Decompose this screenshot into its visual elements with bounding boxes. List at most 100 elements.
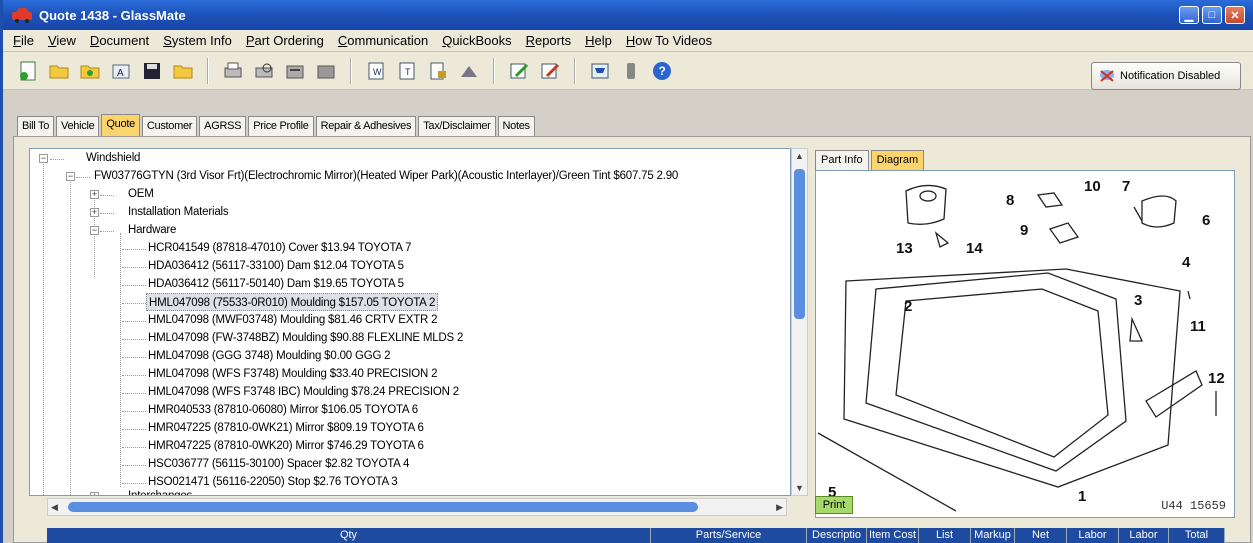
- parts-tree[interactable]: − Windshield − FW03776GTYN (3rd Visor Fr…: [29, 148, 791, 496]
- scrollbar-thumb[interactable]: [68, 502, 698, 512]
- new-document-icon[interactable]: [15, 58, 41, 84]
- tab-customer[interactable]: Customer: [141, 116, 198, 136]
- column-description[interactable]: Descriptio: [807, 528, 867, 543]
- open-green-folder-icon[interactable]: [77, 58, 103, 84]
- lock-document-icon[interactable]: [425, 58, 451, 84]
- tab-repair-adhesives[interactable]: Repair & Adhesives: [315, 116, 417, 136]
- menu-system-info[interactable]: System Info: [163, 33, 232, 48]
- tree-node-hardware[interactable]: Hardware: [128, 221, 176, 239]
- notification-toggle-button[interactable]: Notification Disabled: [1091, 62, 1241, 90]
- tree-item-hardware[interactable]: HCR041549 (87818-47010) Cover $13.94 TOY…: [148, 239, 412, 257]
- tree-item-hardware-selected[interactable]: HML047098 (75533-0R010) Moulding $157.05…: [146, 293, 439, 311]
- expand-icon[interactable]: +: [90, 190, 99, 199]
- tree-item-hardware[interactable]: HML047098 (GGG 3748) Moulding $0.00 GGG …: [148, 347, 391, 365]
- stack-icon[interactable]: [456, 58, 482, 84]
- expand-icon[interactable]: +: [90, 492, 99, 495]
- save-icon[interactable]: [139, 58, 165, 84]
- tree-item-hardware[interactable]: HMR047225 (87810-0WK21) Mirror $809.19 T…: [148, 419, 424, 437]
- menu-help[interactable]: Help: [585, 33, 612, 48]
- tab-vehicle[interactable]: Vehicle: [56, 116, 100, 136]
- column-net[interactable]: Net: [1015, 528, 1067, 543]
- column-labor[interactable]: Labor: [1119, 528, 1169, 543]
- tree-item-hardware[interactable]: HMR040533 (87810-06080) Mirror $106.05 T…: [148, 401, 418, 419]
- callout-11: 11: [1190, 318, 1206, 335]
- column-qty[interactable]: Qty: [47, 528, 651, 543]
- tree-item-hardware[interactable]: HML047098 (MWF03748) Moulding $81.46 CRT…: [148, 311, 438, 329]
- column-total[interactable]: Total: [1169, 528, 1225, 543]
- column-labor[interactable]: Labor: [1067, 528, 1119, 543]
- tree-node-installation-materials[interactable]: Installation Materials: [128, 203, 229, 221]
- scroll-left-icon[interactable]: ◀: [51, 502, 58, 513]
- tree-node-part[interactable]: FW03776GTYN (3rd Visor Frt)(Electrochrom…: [94, 167, 678, 185]
- tab-quote[interactable]: Quote: [101, 114, 140, 136]
- title-bar: Quote 1438 - GlassMate ▁ □ ✕: [3, 0, 1253, 30]
- print-preview-icon[interactable]: [251, 58, 277, 84]
- tree-node-interchanges[interactable]: Interchanges: [128, 487, 192, 495]
- maximize-button[interactable]: □: [1202, 6, 1222, 24]
- menu-document[interactable]: Document: [90, 33, 149, 48]
- svg-text:?: ?: [659, 64, 666, 78]
- scrollbar-thumb[interactable]: [794, 169, 805, 319]
- tree-node-windshield[interactable]: Windshield: [86, 149, 140, 167]
- phone-icon[interactable]: [618, 58, 644, 84]
- tab-bill-to[interactable]: Bill To: [17, 116, 55, 136]
- tree-node-oem[interactable]: OEM: [128, 185, 154, 203]
- tab-tax-disclaimer[interactable]: Tax/Disclaimer: [418, 116, 496, 136]
- edit-price-icon[interactable]: [506, 58, 532, 84]
- menu-file[interactable]: File: [13, 33, 34, 48]
- tab-notes[interactable]: Notes: [497, 116, 535, 136]
- collapse-icon[interactable]: −: [39, 154, 48, 163]
- tree-horizontal-scrollbar[interactable]: ◀ ▶: [47, 498, 787, 516]
- print-button[interactable]: Print: [815, 496, 853, 514]
- tab-agrss[interactable]: AGRSS: [199, 116, 247, 136]
- diagram-reference: U44 15659: [1161, 499, 1226, 513]
- svg-text:A: A: [117, 68, 124, 79]
- export-word-icon[interactable]: W: [363, 58, 389, 84]
- fax-icon[interactable]: [282, 58, 308, 84]
- tree-item-hardware[interactable]: HMR047225 (87810-0WK20) Mirror $746.29 T…: [148, 437, 424, 455]
- tab-price-profile[interactable]: Price Profile: [248, 116, 314, 136]
- callout-8: 8: [1006, 192, 1014, 209]
- tree-item-hardware[interactable]: HML047098 (WFS F3748) Moulding $33.40 PR…: [148, 365, 438, 383]
- notification-disabled-icon: [1100, 70, 1114, 82]
- scroll-right-icon[interactable]: ▶: [776, 502, 783, 513]
- column-list[interactable]: List: [919, 528, 971, 543]
- scroll-down-icon[interactable]: ▼: [795, 483, 804, 493]
- tree-vertical-scrollbar[interactable]: ▲ ▼: [791, 148, 808, 496]
- tree-item-hardware[interactable]: HML047098 (FW-3748BZ) Moulding $90.88 FL…: [148, 329, 463, 347]
- text-editor-icon[interactable]: A: [108, 58, 134, 84]
- help-icon[interactable]: ?: [649, 58, 675, 84]
- collapse-icon[interactable]: −: [90, 226, 99, 235]
- minimize-button[interactable]: ▁: [1179, 6, 1199, 24]
- tab-diagram[interactable]: Diagram: [870, 150, 925, 170]
- print-icon[interactable]: [220, 58, 246, 84]
- column-item-cost[interactable]: Item Cost: [867, 528, 919, 543]
- tree-item-hardware[interactable]: HML047098 (WFS F3748 IBC) Moulding $78.2…: [148, 383, 459, 401]
- tree-item-hardware[interactable]: HSC036777 (56115-30100) Spacer $2.82 TOY…: [148, 455, 409, 473]
- expand-icon[interactable]: +: [90, 208, 99, 217]
- tree-item-hardware[interactable]: HDA036412 (56117-33100) Dam $12.04 TOYOT…: [148, 257, 404, 275]
- parts-diagram: 1 2 3 4 5 6 7 8 9 10 11 12 13 14 U44 156…: [815, 170, 1235, 518]
- menu-reports[interactable]: Reports: [526, 33, 572, 48]
- menu-communication[interactable]: Communication: [338, 33, 428, 48]
- folder-icon[interactable]: [170, 58, 196, 84]
- column-markup[interactable]: Markup: [971, 528, 1015, 543]
- export-text-icon[interactable]: T: [394, 58, 420, 84]
- cart-icon[interactable]: [587, 58, 613, 84]
- menu-quickbooks[interactable]: QuickBooks: [442, 33, 511, 48]
- callout-4: 4: [1182, 254, 1191, 271]
- menu-view[interactable]: View: [48, 33, 76, 48]
- open-folder-icon[interactable]: [46, 58, 72, 84]
- close-button[interactable]: ✕: [1225, 6, 1245, 24]
- collapse-icon[interactable]: −: [66, 172, 75, 181]
- tab-part-info[interactable]: Part Info: [815, 150, 869, 170]
- column-parts-service[interactable]: Parts/Service: [651, 528, 807, 543]
- tree-item-hardware[interactable]: HDA036412 (56117-50140) Dam $19.65 TOYOT…: [148, 275, 404, 293]
- app-window: Quote 1438 - GlassMate ▁ □ ✕ File View D…: [0, 0, 1253, 543]
- menu-how-to-videos[interactable]: How To Videos: [626, 33, 712, 48]
- scroll-up-icon[interactable]: ▲: [795, 151, 804, 161]
- callout-6: 6: [1202, 212, 1210, 229]
- edit-cost-icon[interactable]: [537, 58, 563, 84]
- menu-part-ordering[interactable]: Part Ordering: [246, 33, 324, 48]
- scan-icon[interactable]: [313, 58, 339, 84]
